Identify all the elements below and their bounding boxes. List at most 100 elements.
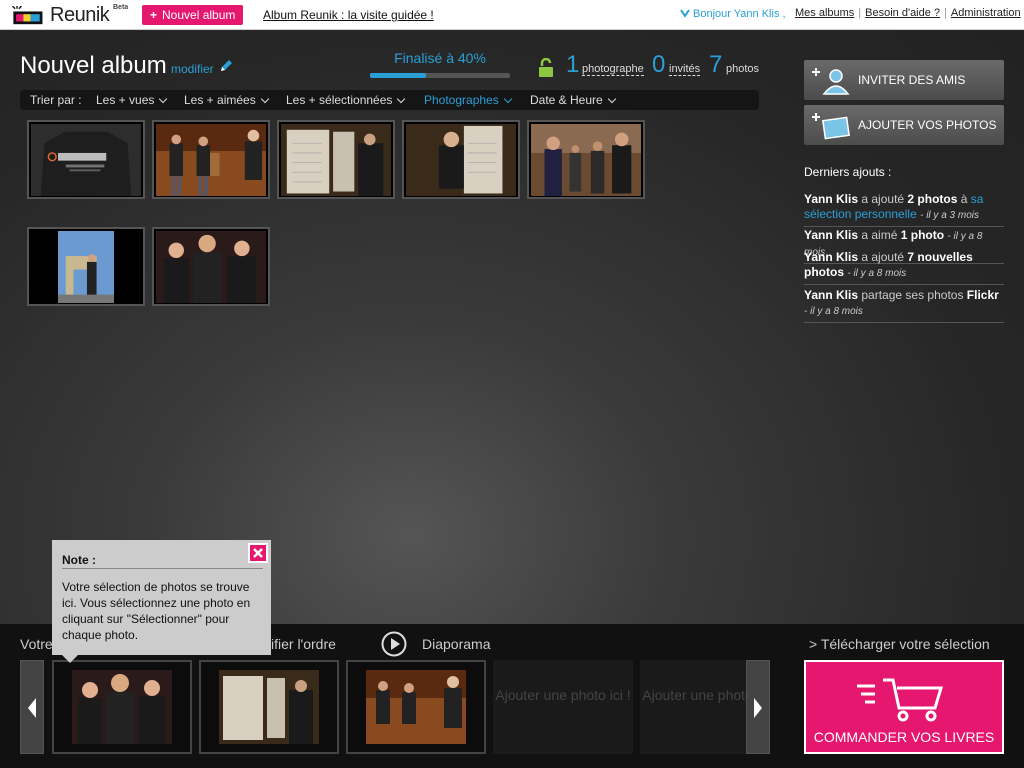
sort-date-label: Date & Heure	[530, 93, 603, 107]
room-photo	[156, 124, 266, 197]
chevron-down-icon	[159, 94, 168, 104]
shopping-cart-icon	[857, 678, 944, 722]
photo-thumbnail[interactable]	[27, 227, 145, 306]
person-whiteboard-photo	[406, 124, 516, 197]
guided-tour-link[interactable]: Album Reunik : la visite guidée !	[263, 8, 434, 22]
guests-link[interactable]: invités	[669, 63, 701, 76]
greeting[interactable]: Bonjour Yann Klis ,	[680, 8, 786, 20]
add-photos-label: AJOUTER VOS PHOTOS	[858, 118, 997, 132]
logo-text: Reunik	[50, 4, 110, 26]
photo-thumbnail[interactable]	[527, 120, 645, 199]
guests-count: 0	[652, 51, 666, 78]
group-hall-photo	[531, 124, 641, 197]
note-pointer	[62, 655, 78, 663]
activity-user[interactable]: Yann Klis	[804, 192, 858, 206]
activity-verb: a aimé	[861, 228, 898, 242]
reunik-logo[interactable]: Reunik Beta	[10, 2, 130, 28]
progress-label: Finalisé à 40%	[394, 50, 486, 66]
photographers-link[interactable]: photographe	[582, 63, 644, 76]
add-user-icon	[812, 68, 850, 95]
photos-count: 7	[709, 51, 723, 78]
selection-slot[interactable]	[52, 660, 192, 754]
three-people-photo	[72, 670, 172, 744]
new-album-button[interactable]: + Nouvel album	[142, 5, 244, 25]
previous-button[interactable]	[20, 660, 44, 754]
empty-selection-slot[interactable]: Ajouter une photo ici !	[493, 660, 633, 754]
new-album-label: Nouvel album	[162, 8, 236, 22]
arrow-left-icon	[28, 698, 36, 718]
sort-label: Trier par :	[30, 93, 82, 107]
chevron-down-icon	[397, 94, 406, 104]
album-main: Nouvel album modifier Finalisé à 40% 1 p…	[0, 31, 1024, 624]
sort-likes-dropdown[interactable]: Les + aimées	[184, 93, 269, 107]
activity-user[interactable]: Yann Klis	[804, 228, 858, 242]
reorder-link[interactable]: ifier l'ordre	[271, 636, 336, 652]
sort-photographers-dropdown[interactable]: Photographes	[424, 93, 512, 107]
activity-verb: a ajouté	[861, 192, 905, 206]
photo-thumbnail[interactable]	[402, 120, 520, 199]
play-icon[interactable]	[381, 631, 407, 657]
photo-thumbnail[interactable]	[277, 120, 395, 199]
top-bar: Reunik Beta + Nouvel album Album Reunik :…	[0, 0, 1024, 30]
download-selection-link[interactable]: > Télécharger votre sélection	[809, 636, 990, 652]
activity-verb: a ajouté	[861, 250, 905, 264]
order-books-button[interactable]: COMMANDER VOS LIVRES	[804, 660, 1004, 754]
empty-selection-slot[interactable]: Ajouter une photo ici !	[640, 660, 746, 754]
next-button[interactable]	[746, 660, 770, 754]
activity-verb: partage ses photos	[861, 288, 964, 302]
activity-user[interactable]: Yann Klis	[804, 288, 858, 302]
sort-views-dropdown[interactable]: Les + vues	[96, 93, 168, 107]
activity-item: Yann Klis a ajouté 2 photos à sa sélecti…	[804, 192, 1004, 227]
slideshow-link[interactable]: Diaporama	[422, 636, 490, 652]
invite-friends-label: INVITER DES AMIS	[858, 73, 966, 87]
sort-likes-label: Les + aimées	[184, 93, 256, 107]
sort-selected-dropdown[interactable]: Les + sélectionnées	[286, 93, 406, 107]
activity-user[interactable]: Yann Klis	[804, 250, 858, 264]
add-photo-icon	[812, 113, 850, 140]
help-link[interactable]: Besoin d'aide ?	[865, 7, 940, 19]
activity-prep: à	[960, 192, 968, 206]
arrow-right-icon	[754, 698, 762, 718]
room-photo	[366, 670, 466, 744]
close-note-button[interactable]	[248, 543, 268, 563]
arc-de-triomphe-photo	[31, 231, 141, 304]
activity-time: - il y a 3 mois	[920, 210, 979, 221]
activity-time: - il y a 8 mois	[804, 306, 863, 317]
logo-mark-icon	[11, 6, 43, 25]
separator: |	[944, 7, 947, 19]
photo-thumbnail[interactable]	[152, 227, 270, 306]
selection-slot[interactable]	[199, 660, 339, 754]
unlocked-padlock-icon[interactable]	[538, 58, 554, 78]
selection-slot[interactable]	[346, 660, 486, 754]
empty-slot-label: Ajouter une photo ici !	[642, 687, 746, 703]
invite-friends-button[interactable]: INVITER DES AMIS	[804, 60, 1004, 100]
whiteboard-photo	[219, 670, 319, 744]
edit-title-link[interactable]: modifier	[171, 62, 214, 76]
note-tooltip: Note : Votre sélection de photos se trou…	[52, 540, 271, 663]
progress-bar	[370, 73, 510, 78]
add-photos-button[interactable]: AJOUTER VOS PHOTOS	[804, 105, 1004, 145]
plus-icon: +	[150, 8, 158, 22]
my-albums-link[interactable]: Mes albums	[795, 7, 854, 19]
note-body: Votre sélection de photos se trouve ici.…	[62, 580, 251, 642]
separator: |	[858, 7, 862, 19]
recent-activity-title: Derniers ajouts :	[804, 165, 892, 179]
sort-photographers-label: Photographes	[424, 93, 499, 107]
progress-fill	[370, 73, 426, 78]
close-icon	[253, 548, 263, 558]
selection-label: Votre	[20, 636, 53, 652]
activity-time: - il y a 8 mois	[847, 268, 907, 279]
whiteboard-photo	[281, 124, 391, 197]
photo-thumbnail[interactable]	[152, 120, 270, 199]
activity-object: 1 photo	[900, 228, 945, 242]
pencil-icon[interactable]	[218, 58, 234, 74]
activity-item: Yann Klis a ajouté 7 nouvelles photos - …	[804, 250, 1004, 285]
greeting-text: Bonjour Yann Klis ,	[693, 8, 786, 20]
photo-thumbnail[interactable]	[27, 120, 145, 199]
photos-label: photos	[726, 63, 760, 75]
admin-link[interactable]: Administration	[951, 7, 1021, 19]
chevron-down-icon	[680, 9, 690, 18]
tshirt-photo	[31, 124, 141, 197]
sort-date-dropdown[interactable]: Date & Heure	[530, 93, 616, 107]
sort-bar: Trier par : Les + vues Les + aimées Les …	[20, 90, 759, 110]
